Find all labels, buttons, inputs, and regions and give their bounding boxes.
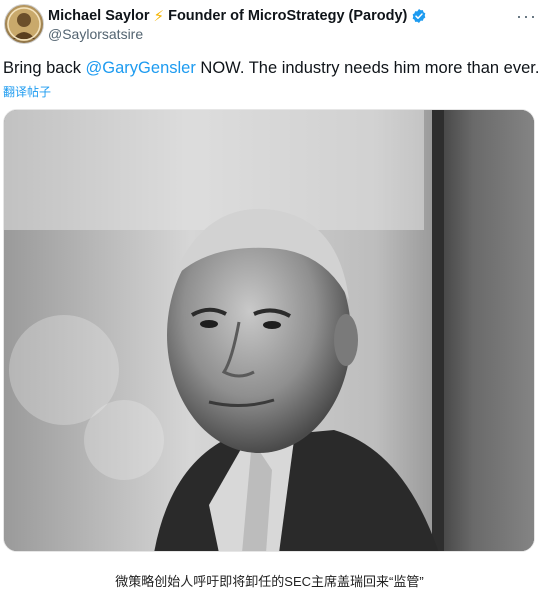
author-handle[interactable]: @Saylorsatsire — [48, 26, 143, 42]
author-title[interactable]: Founder of MicroStrategy (Parody) — [168, 8, 407, 24]
lightning-icon: ⚡ — [153, 8, 165, 25]
verified-badge-icon — [411, 8, 427, 24]
image-caption: 微策略创始人呼吁即将卸任的SEC主席盖瑞回来“监管” — [115, 574, 424, 589]
mention-link[interactable]: @GaryGensler — [86, 59, 196, 77]
author-name[interactable]: Michael Saylor — [48, 8, 150, 24]
translate-post-link[interactable]: 翻译帖子 — [3, 83, 51, 100]
more-options-icon[interactable]: ··· — [516, 6, 537, 27]
tweet-text-suffix: NOW. The industry needs him more than ev… — [195, 59, 539, 77]
tweet-text-prefix: Bring back — [3, 59, 86, 77]
avatar[interactable] — [4, 4, 44, 44]
author-name-row[interactable]: Michael Saylor ⚡ Founder of MicroStrateg… — [48, 6, 427, 26]
tweet-photo[interactable] — [3, 109, 535, 552]
tweet-card: Michael Saylor ⚡ Founder of MicroStrateg… — [0, 0, 539, 556]
tweet-text: Bring back @GaryGensler NOW. The industr… — [3, 58, 539, 78]
